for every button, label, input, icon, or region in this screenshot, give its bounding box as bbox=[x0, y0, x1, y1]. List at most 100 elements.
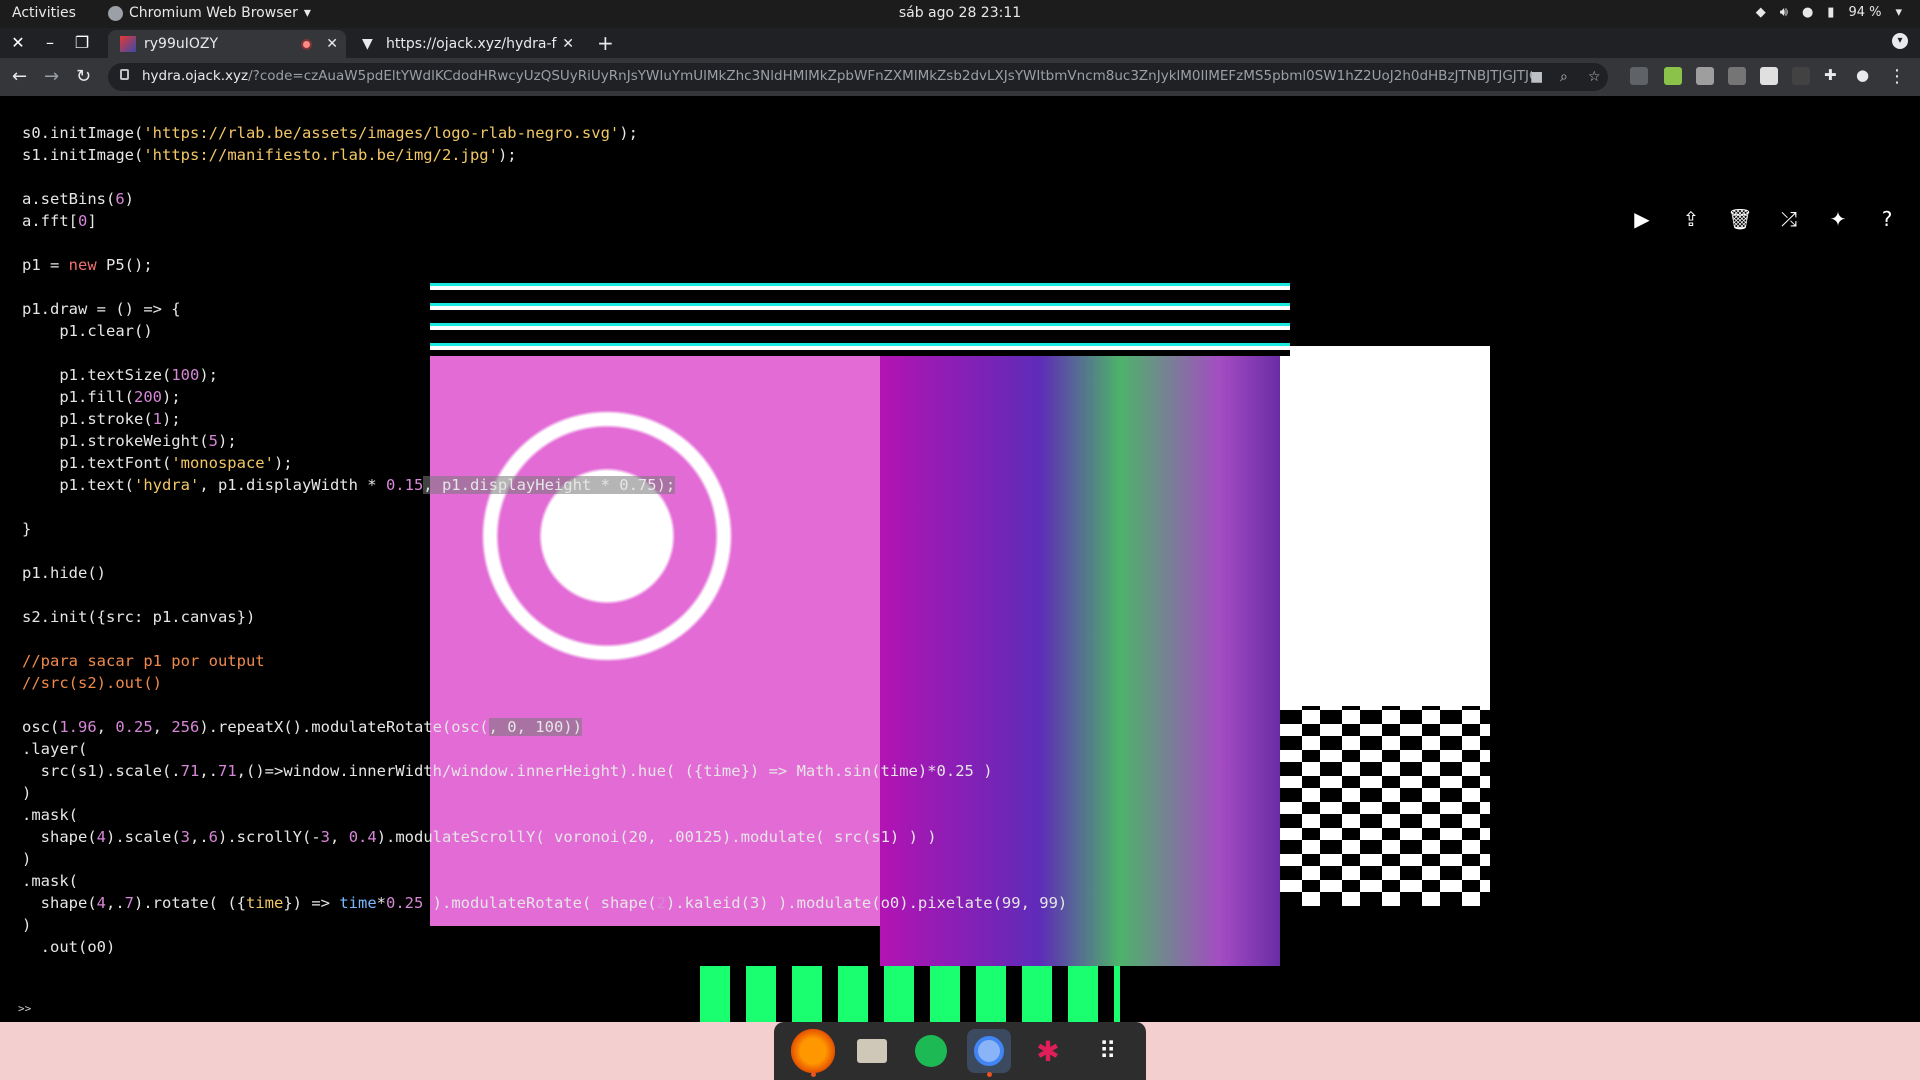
code-line[interactable]: //src(s2).out() bbox=[22, 672, 1067, 694]
code-line[interactable] bbox=[22, 496, 1067, 518]
run-icon[interactable]: ▶ bbox=[1629, 206, 1655, 232]
code-line[interactable]: a.setBins(6) bbox=[22, 188, 1067, 210]
code-line[interactable]: ) bbox=[22, 782, 1067, 804]
code-line[interactable] bbox=[22, 540, 1067, 562]
code-token: )=>window.innerWidth/window.innerHeight)… bbox=[255, 762, 993, 780]
firefox-icon[interactable] bbox=[791, 1029, 836, 1077]
menu-icon[interactable]: ⋮ bbox=[1888, 66, 1906, 87]
restore-window-icon[interactable]: ❐ bbox=[72, 33, 92, 52]
code-line[interactable]: .layer( bbox=[22, 738, 1067, 760]
profile-icon[interactable]: ● bbox=[1856, 66, 1869, 84]
code-token: ); bbox=[161, 388, 181, 406]
volume-icon: 🔊︎ bbox=[1779, 5, 1788, 20]
address-bar[interactable]: hydra.ojack.xyz/?code=czAuaW5pdEltYWdlKC… bbox=[108, 63, 1608, 91]
code-line[interactable]: ) bbox=[22, 848, 1067, 870]
code-line[interactable]: p1.hide() bbox=[22, 562, 1067, 584]
code-line[interactable]: p1.fill(200); bbox=[22, 386, 1067, 408]
tab-search-icon[interactable]: ▾ bbox=[1892, 33, 1908, 49]
code-token: ); bbox=[619, 124, 638, 142]
notion-icon[interactable] bbox=[1760, 67, 1778, 85]
lock-icon[interactable] bbox=[120, 69, 129, 80]
shuffle-icon[interactable]: ⤮ bbox=[1776, 206, 1802, 232]
gallery-icon[interactable]: ✦ bbox=[1825, 206, 1851, 232]
code-line[interactable]: shape(4).scale(3,.6).scrollY(-3, 0.4).mo… bbox=[22, 826, 1067, 848]
zoom-icon[interactable]: ⌕ bbox=[1560, 69, 1568, 85]
extension-icon[interactable] bbox=[1696, 67, 1714, 85]
code-token: shape( bbox=[22, 828, 97, 846]
code-token: 'hydra' bbox=[133, 476, 200, 494]
code-line[interactable]: p1 = new P5(); bbox=[22, 254, 1067, 276]
code-line[interactable] bbox=[22, 584, 1067, 606]
code-line[interactable]: } bbox=[22, 518, 1067, 540]
code-line[interactable]: p1.stroke(1); bbox=[22, 408, 1067, 430]
extension-icon[interactable] bbox=[1792, 67, 1810, 85]
code-editor[interactable]: s0.initImage('https://rlab.be/assets/ima… bbox=[22, 122, 1067, 958]
tab-close-icon[interactable]: ✕ bbox=[326, 36, 338, 52]
code-line[interactable]: s1.initImage('https://manifiesto.rlab.be… bbox=[22, 144, 1067, 166]
code-token: ); bbox=[497, 146, 517, 164]
camera-icon[interactable]: ■ bbox=[1530, 69, 1543, 85]
hydra-toolbar: ▶ ⇪ 🗑︎ ⤮ ✦ ? bbox=[1629, 206, 1900, 232]
code-line[interactable]: src(s1).scale(.71,.71,()=>window.innerWi… bbox=[22, 760, 1067, 782]
spotify-icon[interactable] bbox=[909, 1029, 953, 1073]
code-line[interactable]: .mask( bbox=[22, 870, 1067, 892]
slack-icon[interactable]: ✱ bbox=[1026, 1029, 1070, 1073]
url-text[interactable]: hydra.ojack.xyz/?code=czAuaW5pdEltYWdlKC… bbox=[142, 68, 1532, 84]
code-token: , p1.displayHeight * 0.75); bbox=[423, 476, 676, 494]
code-token: 7 bbox=[124, 894, 135, 912]
code-token: P5(); bbox=[96, 256, 153, 274]
code-line[interactable]: .mask( bbox=[22, 804, 1067, 826]
tab-close-icon[interactable]: ✕ bbox=[562, 36, 574, 52]
puzzle-icon[interactable]: ✚ bbox=[1824, 66, 1837, 84]
tab-ojack[interactable]: ▼ https://ojack.xyz/hydra-f ✕ bbox=[350, 30, 582, 58]
extension-icon[interactable] bbox=[1728, 67, 1746, 85]
code-token: src(s1).scale(. bbox=[22, 762, 181, 780]
code-token: 'monospace' bbox=[171, 454, 274, 472]
gnome-top-bar: Activities Chromium Web Browser ▾ sáb ag… bbox=[0, 0, 1920, 28]
minimize-window-icon[interactable]: – bbox=[40, 33, 60, 52]
code-line[interactable]: p1.clear() bbox=[22, 320, 1067, 342]
code-line[interactable]: shape(4,.7).rotate( ({time}) => time*0.2… bbox=[22, 892, 1068, 914]
console-prompt[interactable]: >> bbox=[18, 1002, 31, 1015]
extension-icon[interactable] bbox=[1630, 67, 1648, 85]
code-token: 71 bbox=[180, 762, 200, 780]
system-tray[interactable]: ◆ 🔊︎ ● ▮ 94 % ▾ bbox=[1756, 5, 1902, 20]
code-line[interactable] bbox=[22, 694, 1067, 716]
extension-icon[interactable] bbox=[1664, 67, 1682, 85]
forward-icon[interactable]: → bbox=[44, 66, 59, 87]
code-line[interactable]: p1.text('hydra', p1.displayWidth * 0.15,… bbox=[22, 474, 1067, 496]
code-line[interactable]: .out(o0) bbox=[22, 936, 1067, 958]
reload-icon[interactable]: ↻ bbox=[76, 66, 91, 87]
back-icon[interactable]: ← bbox=[12, 66, 27, 87]
code-line[interactable]: //para sacar p1 por output bbox=[22, 650, 1067, 672]
clock[interactable]: sáb ago 28 23:11 bbox=[0, 5, 1920, 21]
code-line[interactable]: s2.init({src: p1.canvas}) bbox=[22, 606, 1067, 628]
share-icon[interactable]: ⇪ bbox=[1678, 206, 1704, 232]
show-applications-icon[interactable]: ⠿ bbox=[1085, 1029, 1129, 1073]
help-icon[interactable]: ? bbox=[1874, 206, 1900, 232]
code-token: 71 bbox=[217, 762, 237, 780]
tab-hydra-editor[interactable]: ry99uIOZY ✕ bbox=[108, 30, 346, 58]
new-tab-button[interactable]: + bbox=[597, 31, 614, 55]
code-line[interactable]: p1.draw = () => { bbox=[22, 298, 1067, 320]
code-line[interactable] bbox=[22, 166, 1067, 188]
bookmark-star-icon[interactable]: ☆ bbox=[1588, 69, 1601, 85]
code-line[interactable] bbox=[22, 342, 1067, 364]
code-line[interactable]: ) bbox=[22, 914, 1067, 936]
close-window-icon[interactable]: ✕ bbox=[8, 33, 28, 52]
code-line[interactable] bbox=[22, 276, 1067, 298]
code-line[interactable]: a.fft[0] bbox=[22, 210, 1067, 232]
clear-icon[interactable]: 🗑︎ bbox=[1727, 206, 1753, 232]
code-line[interactable]: s0.initImage('https://rlab.be/assets/ima… bbox=[22, 122, 1067, 144]
code-line[interactable]: osc(1.96, 0.25, 256).repeatX().modulateR… bbox=[22, 716, 1067, 738]
files-icon[interactable] bbox=[850, 1029, 894, 1073]
code-line[interactable] bbox=[22, 232, 1067, 254]
chromium-icon[interactable] bbox=[967, 1029, 1012, 1077]
code-line[interactable] bbox=[22, 628, 1067, 650]
battery-icon: ▮ bbox=[1827, 5, 1835, 20]
code-line[interactable]: p1.textFont('monospace'); bbox=[22, 452, 1067, 474]
code-token: p1.textSize( bbox=[22, 366, 172, 384]
code-line[interactable]: p1.strokeWeight(5); bbox=[22, 430, 1067, 452]
code-line[interactable]: p1.textSize(100); bbox=[22, 364, 1067, 386]
recording-icon bbox=[301, 38, 312, 50]
